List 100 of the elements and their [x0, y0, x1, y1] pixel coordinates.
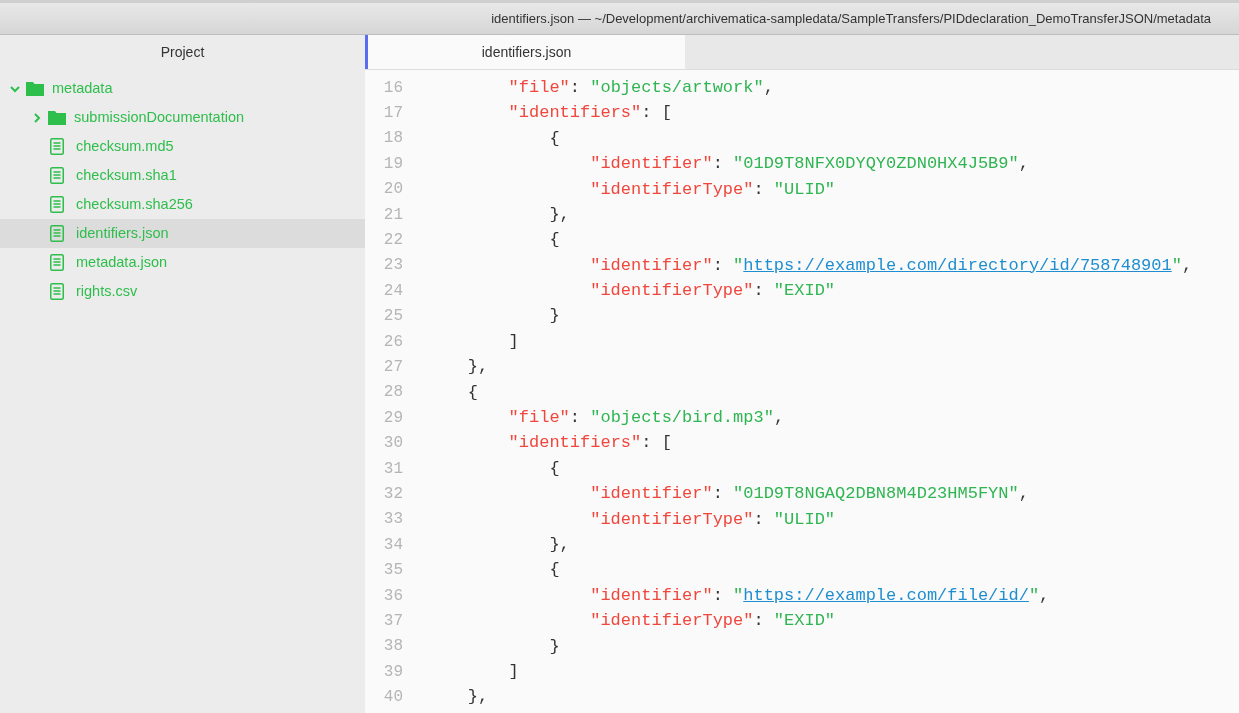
punctuation: ] [508, 330, 519, 353]
punctuation: { [549, 229, 560, 252]
line-number: 20 [382, 179, 403, 201]
tree-item[interactable]: identifiers.json [0, 219, 365, 248]
document-icon [50, 254, 64, 271]
json-string: "EXID" [773, 280, 836, 303]
chevron-down-icon [10, 83, 20, 94]
line-number: 27 [382, 357, 403, 378]
line-number: 29 [382, 407, 403, 429]
json-string: "objects/artwork" [590, 76, 764, 99]
punctuation: , [1181, 254, 1193, 277]
line-number: 34 [382, 534, 403, 556]
folder-icon [48, 110, 66, 125]
json-key: "identifierType" [590, 506, 754, 533]
punctuation: }, [467, 686, 489, 709]
line-number: 37 [382, 610, 403, 632]
json-string: " [733, 254, 744, 277]
json-string: "01D9T8NFX0DYQY0ZDN0HX4J5B9" [733, 153, 1019, 176]
punctuation: : [712, 153, 724, 176]
punctuation: ] [508, 660, 519, 683]
punctuation: : [569, 76, 582, 99]
json-key: "identifier" [590, 481, 713, 507]
punctuation: : [753, 508, 765, 531]
punctuation: : [712, 584, 724, 607]
url-link[interactable]: https://example.com/file/id/ [743, 582, 1029, 609]
line-number: 30 [382, 433, 403, 455]
punctuation: , [1018, 483, 1029, 506]
punctuation: : [ [641, 432, 672, 455]
line-number: 35 [382, 560, 403, 582]
punctuation: : [712, 254, 724, 277]
line-number: 23 [382, 255, 403, 277]
tree-item[interactable]: metadata.json [0, 248, 365, 277]
punctuation: : [712, 483, 724, 506]
line-number: 17 [382, 103, 403, 125]
line-number: 32 [382, 483, 403, 505]
json-string: " [733, 584, 744, 607]
json-string: "EXID" [773, 610, 836, 633]
line-number: 39 [382, 661, 403, 683]
punctuation: : [753, 610, 765, 633]
folder-icon [26, 81, 44, 96]
line-number: 18 [382, 128, 403, 150]
punctuation: { [549, 127, 560, 150]
line-number: 21 [382, 204, 403, 226]
line-number: 36 [382, 585, 403, 607]
json-key: "identifier" [590, 582, 713, 609]
tree-item[interactable]: metadata [0, 74, 365, 103]
punctuation: }, [467, 356, 489, 379]
tree-item[interactable]: submissionDocumentation [0, 103, 365, 132]
tree-item[interactable]: checksum.sha256 [0, 190, 365, 219]
json-string: "01D9T8NGAQ2DBN8M4D23HM5FYN" [733, 483, 1019, 506]
json-key: "identifier" [590, 151, 713, 177]
document-icon [50, 283, 64, 300]
tree-item[interactable]: checksum.md5 [0, 132, 365, 161]
punctuation: : [753, 178, 765, 201]
punctuation: { [549, 559, 560, 582]
line-number: 26 [382, 331, 403, 353]
punctuation: } [549, 305, 560, 328]
punctuation: { [549, 457, 560, 480]
line-number: 24 [382, 280, 403, 302]
punctuation: } [549, 635, 560, 658]
json-string: "ULID" [773, 178, 836, 201]
window-title: identifiers.json — ~/Development/archivematica-sampledata/SampleTransfers/PIDdeclaration_DemoTransferJSON/metadata [491, 9, 1211, 28]
json-key: "identifier" [590, 252, 713, 279]
json-string: " [1171, 254, 1182, 277]
punctuation: { [467, 381, 478, 404]
json-key: "identifierType" [590, 278, 754, 304]
file-tab[interactable]: identifiers.json [365, 35, 685, 69]
line-number: 40 [382, 687, 403, 709]
json-string: " [1028, 584, 1040, 607]
line-number: 38 [382, 636, 403, 658]
document-icon [50, 138, 64, 155]
punctuation: : [753, 280, 765, 303]
line-number: 22 [382, 230, 403, 252]
json-key: "identifierType" [590, 176, 754, 202]
json-string: "ULID" [773, 508, 836, 531]
line-number: 19 [382, 153, 403, 175]
json-key: "file" [508, 74, 570, 101]
punctuation: , [763, 76, 774, 99]
tree-item[interactable]: rights.csv [0, 277, 365, 306]
document-icon [50, 196, 64, 213]
document-icon [50, 167, 64, 184]
line-number: 31 [382, 458, 403, 480]
json-key: "identifiers" [508, 100, 642, 126]
line-number: 16 [382, 77, 403, 99]
json-key: "identifiers" [508, 430, 642, 456]
punctuation: , [773, 407, 785, 430]
json-key: "file" [508, 405, 570, 431]
punctuation: , [1018, 153, 1029, 176]
tree-item[interactable]: checksum.sha1 [0, 161, 365, 190]
punctuation: , [1039, 584, 1050, 607]
line-number: 25 [382, 306, 403, 328]
punctuation: }, [549, 534, 570, 556]
punctuation: }, [549, 203, 570, 226]
panel-title: Project [160, 43, 205, 62]
line-number: 33 [382, 509, 403, 531]
document-icon [50, 225, 64, 242]
url-link[interactable]: https://example.com/directory/id/758748901 [743, 252, 1172, 279]
line-number: 28 [382, 382, 403, 404]
chevron-right-icon [32, 112, 42, 123]
json-key: "identifierType" [590, 608, 754, 634]
